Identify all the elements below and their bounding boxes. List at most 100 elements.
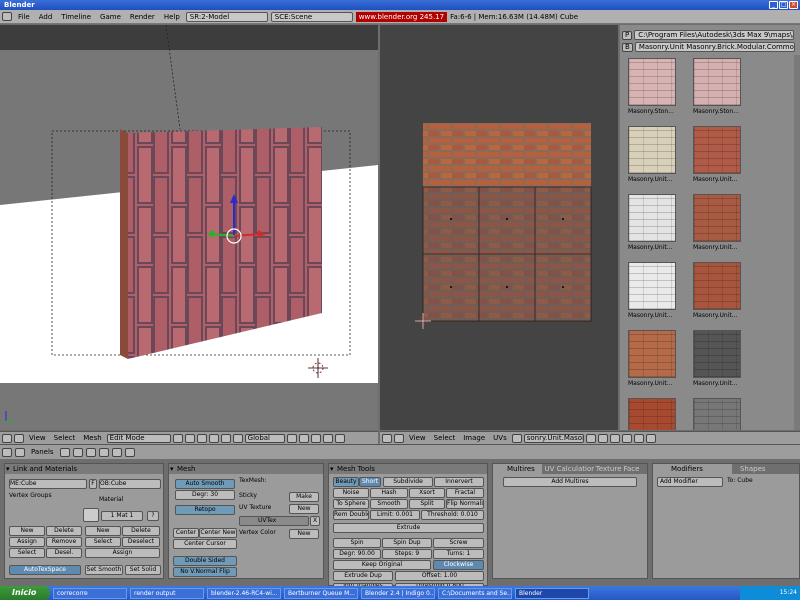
fractal-button[interactable]: Fractal bbox=[446, 488, 484, 498]
collapse-menu-icon[interactable] bbox=[394, 433, 404, 443]
to-sphere-button[interactable]: To Sphere bbox=[333, 499, 369, 509]
image-browse-icon[interactable] bbox=[585, 433, 596, 443]
path-field[interactable]: C:\Program Files\Autodesk\3ds Max 9\maps… bbox=[634, 30, 795, 40]
limit-field[interactable]: Limit: 0.001 bbox=[370, 510, 420, 520]
image-browser[interactable]: P C:\Program Files\Autodesk\3ds Max 9\ma… bbox=[620, 25, 800, 430]
uv-editor[interactable] bbox=[380, 25, 618, 430]
material-assign-button[interactable]: Assign bbox=[85, 548, 160, 558]
spin-button[interactable]: Spin bbox=[333, 538, 381, 548]
minimize-icon[interactable]: _ bbox=[769, 1, 778, 9]
material-deselect-button[interactable]: Deselect bbox=[122, 537, 160, 547]
editor-type-icon[interactable] bbox=[2, 447, 12, 457]
menu-view[interactable]: View bbox=[406, 434, 429, 442]
menu-image[interactable]: Image bbox=[460, 434, 488, 442]
noise-button[interactable]: Noise bbox=[333, 488, 369, 498]
thumbnail-image[interactable] bbox=[628, 330, 676, 378]
object-name-field[interactable]: OB:Cube bbox=[99, 479, 161, 489]
tab-texture-face[interactable]: Texture Face bbox=[593, 464, 648, 474]
logic-icon[interactable] bbox=[59, 447, 70, 457]
tab-multires[interactable]: Multires bbox=[493, 464, 543, 474]
menu-help[interactable]: Help bbox=[161, 13, 183, 21]
material-select-button[interactable]: Select bbox=[85, 537, 121, 547]
manipulator-icon[interactable] bbox=[196, 433, 207, 443]
flip-normals-button[interactable]: Flip Normals bbox=[446, 499, 484, 509]
set-solid-button[interactable]: Set Solid bbox=[125, 565, 161, 575]
spin-degree-field[interactable]: Degr: 90.00 bbox=[333, 549, 381, 559]
thumbnail-image[interactable] bbox=[693, 126, 741, 174]
keep-original-toggle[interactable]: Keep Original bbox=[333, 560, 431, 570]
menu-select[interactable]: Select bbox=[431, 434, 459, 442]
taskbar-item[interactable]: blender-2.46-RC4-wi... bbox=[207, 587, 281, 599]
uv-layer-field[interactable]: UVTex bbox=[239, 516, 309, 526]
thumbnail-image[interactable] bbox=[693, 262, 741, 310]
beauty-toggle[interactable]: Beauty bbox=[333, 477, 359, 487]
menu-file[interactable]: File bbox=[15, 13, 33, 21]
steps-field[interactable]: Steps: 9 bbox=[382, 549, 432, 559]
proportional-icon[interactable] bbox=[334, 433, 345, 443]
taskbar-item-active[interactable]: Blender bbox=[515, 587, 589, 599]
translate-icon[interactable] bbox=[208, 433, 219, 443]
tab-modifiers[interactable]: Modifiers bbox=[653, 464, 732, 474]
thumbnail-image[interactable] bbox=[693, 330, 741, 378]
thumbnail-image[interactable] bbox=[693, 58, 741, 106]
tab-shapes[interactable]: Shapes bbox=[731, 464, 799, 474]
hash-button[interactable]: Hash bbox=[370, 488, 408, 498]
thumbnail-image[interactable] bbox=[693, 398, 741, 430]
thumbnail-image[interactable] bbox=[693, 194, 741, 242]
rotate-icon[interactable] bbox=[220, 433, 231, 443]
thumbnail-image[interactable] bbox=[628, 126, 676, 174]
extrude-dup-button[interactable]: Extrude Dup bbox=[333, 571, 393, 581]
set-smooth-button[interactable]: Set Smooth bbox=[85, 565, 123, 575]
lock-icon[interactable] bbox=[609, 433, 620, 443]
material-new-button[interactable]: New bbox=[85, 526, 121, 536]
vgroup-delete-button[interactable]: Delete bbox=[46, 526, 82, 536]
extrude-button[interactable]: Extrude bbox=[333, 523, 484, 533]
vgroup-new-button[interactable]: New bbox=[9, 526, 45, 536]
mode-selector[interactable]: Edit Mode bbox=[106, 433, 171, 443]
pivot-icon[interactable] bbox=[184, 433, 195, 443]
screen-selector[interactable]: SR:2-Model bbox=[185, 11, 268, 22]
menu-uvs[interactable]: UVs bbox=[490, 434, 510, 442]
add-multires-button[interactable]: Add Multires bbox=[503, 477, 637, 487]
file-field[interactable]: Masonry.Unit Masonry.Brick.Modular.Commo… bbox=[634, 42, 795, 52]
center-button[interactable]: Center bbox=[173, 528, 199, 538]
mesh-datablock-field[interactable]: ME:Cube bbox=[9, 479, 87, 489]
editor-type-icon[interactable] bbox=[382, 433, 392, 443]
scene-selector[interactable]: SCE:Scene bbox=[270, 11, 353, 22]
spin-dup-button[interactable]: Spin Dup bbox=[382, 538, 432, 548]
turns-field[interactable]: Turns: 1 bbox=[433, 549, 484, 559]
threshold-field[interactable]: Threshold: 0.010 bbox=[421, 510, 484, 520]
start-button[interactable]: Inicio bbox=[0, 586, 50, 600]
edge-select-icon[interactable] bbox=[298, 433, 309, 443]
orientation-selector[interactable]: Global bbox=[244, 433, 285, 443]
vgroup-deselect-button[interactable]: Desel. bbox=[46, 548, 82, 558]
bookmark-button[interactable]: B bbox=[622, 42, 633, 52]
collapse-menu-icon[interactable] bbox=[14, 433, 24, 443]
subdivide-button[interactable]: Subdivide bbox=[383, 477, 433, 487]
thumbnail-image[interactable] bbox=[628, 262, 676, 310]
menu-game[interactable]: Game bbox=[97, 13, 124, 21]
taskbar-item[interactable]: correcorre bbox=[53, 587, 127, 599]
autotexspace-toggle[interactable]: AutoTexSpace bbox=[9, 565, 81, 575]
center-cursor-button[interactable]: Center Cursor bbox=[173, 539, 237, 549]
uv-texture-new-button[interactable]: New bbox=[289, 504, 319, 514]
screw-button[interactable]: Screw bbox=[433, 538, 484, 548]
tab-uv-calculation[interactable]: UV Calculation bbox=[542, 464, 594, 474]
material-color-swatch[interactable] bbox=[83, 508, 99, 522]
xsort-button[interactable]: Xsort bbox=[409, 488, 445, 498]
fake-user-button[interactable]: F bbox=[89, 479, 97, 489]
menu-render[interactable]: Render bbox=[127, 13, 158, 21]
editing-icon[interactable] bbox=[111, 447, 122, 457]
scale-icon[interactable] bbox=[232, 433, 243, 443]
occlude-icon[interactable] bbox=[322, 433, 333, 443]
uv-select-icon[interactable] bbox=[633, 433, 644, 443]
shading-icon[interactable] bbox=[85, 447, 96, 457]
vgroup-select-button[interactable]: Select bbox=[9, 548, 45, 558]
uv-layer-delete-button[interactable]: X bbox=[310, 516, 320, 526]
innervert-button[interactable]: Innervert bbox=[434, 477, 484, 487]
material-help-button[interactable]: ? bbox=[147, 511, 159, 521]
menu-mesh[interactable]: Mesh bbox=[80, 434, 104, 442]
script-icon[interactable] bbox=[72, 447, 83, 457]
sticky-make-button[interactable]: Make bbox=[289, 492, 319, 502]
short-toggle[interactable]: Short bbox=[359, 477, 381, 487]
